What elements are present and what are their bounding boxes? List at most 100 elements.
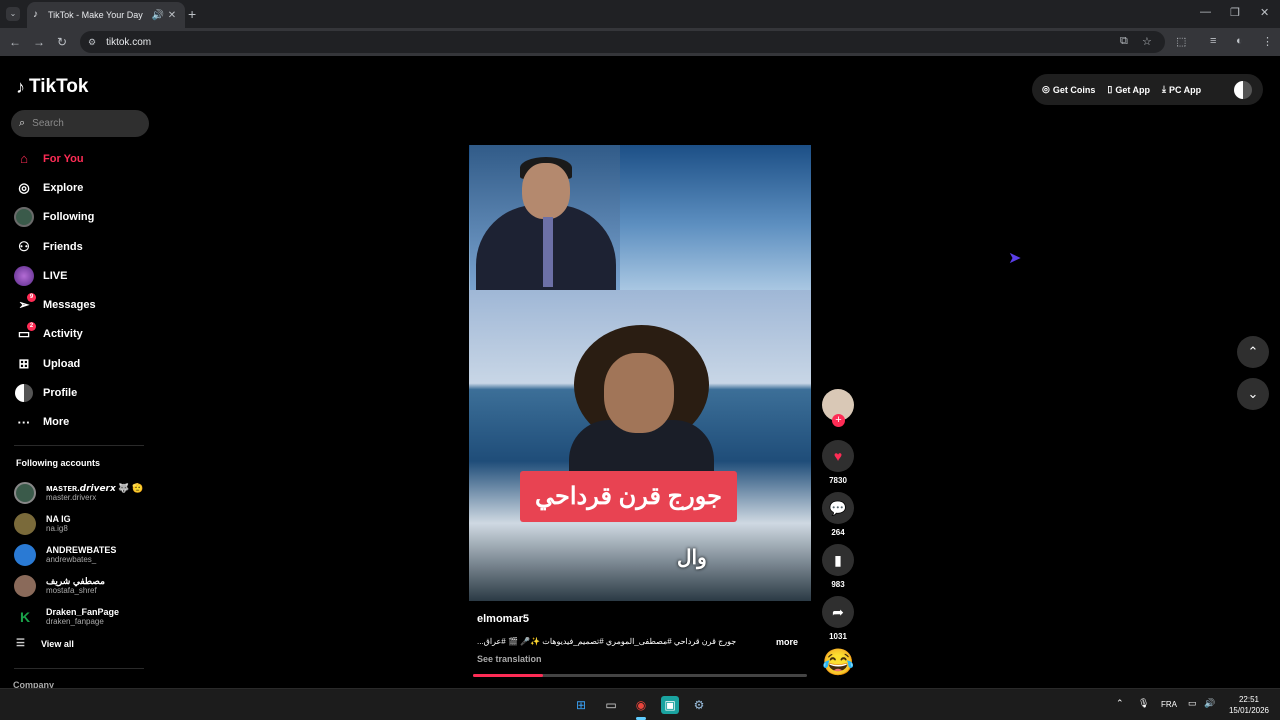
app-icon[interactable]: ▣	[661, 696, 679, 714]
following-account-item[interactable]: ANDREWBATES andrewbates_	[14, 540, 154, 571]
like-button[interactable]: ♥	[822, 440, 854, 472]
steam-icon[interactable]: ⚙	[690, 696, 708, 714]
get-app-button[interactable]: ▯ Get App	[1107, 84, 1150, 95]
tray-chevron-icon[interactable]: ⌃	[1116, 698, 1124, 709]
presenter-image	[470, 145, 620, 290]
top-right-actions: ◎ Get Coins ▯ Get App ⤓ PC App	[1032, 74, 1263, 105]
sidebar-item-more[interactable]: ··· More	[14, 408, 154, 437]
share-button[interactable]: ➦	[822, 596, 854, 628]
browser-tab[interactable]: ♪ TikTok - Make Your Day 🔊 ✕	[27, 2, 185, 28]
windows-start-icon[interactable]: ⊞	[572, 696, 590, 714]
tab-close-icon[interactable]: ✕	[165, 10, 179, 21]
video-top-scene	[469, 145, 811, 290]
video-username[interactable]: elmomar5	[477, 613, 529, 625]
windows-taskbar: ⊞ ▭ ◉ ▣ ⚙ ⌃ 🎙 FRA ▭ 🔊 22:51 15/01/2026	[0, 688, 1280, 720]
share-arrow-icon: ➦	[832, 603, 844, 620]
download-icon: ⤓	[1162, 84, 1166, 94]
reading-list-icon[interactable]: ≡	[1210, 35, 1216, 47]
reload-icon[interactable]: ↻	[57, 35, 67, 49]
following-account-item[interactable]: مصطفي شريف mostafa_shref	[14, 570, 154, 601]
tab-title: TikTok - Make Your Day	[48, 10, 143, 20]
sidebar-item-explore[interactable]: ◎ Explore	[14, 173, 154, 202]
search-input[interactable]: ⌕ Search	[11, 110, 149, 137]
new-tab-button[interactable]: +	[188, 6, 196, 22]
chevron-down-icon: ⌄	[1247, 386, 1259, 401]
avatar	[14, 543, 36, 566]
company-link[interactable]: Company	[13, 680, 54, 688]
sidebar-item-messages[interactable]: ➢ 9 Messages	[14, 290, 154, 319]
cast-icon[interactable]: ⧉	[1120, 35, 1128, 48]
phone-icon: ▯	[1107, 84, 1113, 94]
video-description: جورج قرن قرداحي #مصطفى_المومري #تصميم_في…	[477, 637, 737, 646]
following-account-item[interactable]: K Draken_FanPage draken_fanpage	[14, 601, 154, 632]
sidebar-item-upload[interactable]: ⊞ Upload	[14, 349, 154, 378]
bookmark-icon: ▮	[834, 551, 842, 568]
sidebar-item-profile[interactable]: Profile	[14, 378, 154, 407]
file-explorer-icon[interactable]: ▭	[602, 696, 620, 714]
activity-badge: 2	[27, 322, 36, 332]
back-icon[interactable]: ←	[9, 35, 21, 49]
activity-icon: ▭ 2	[14, 322, 36, 344]
language-indicator[interactable]: FRA	[1161, 700, 1177, 709]
video-caption-overlay: جورج قرن قرداحي	[520, 471, 737, 522]
following-account-item[interactable]: NA IG na.ig8	[14, 509, 154, 540]
video-progress-fill	[473, 674, 544, 677]
save-count: 983	[831, 580, 845, 589]
menu-kebab-icon[interactable]: ⋮	[1262, 35, 1273, 48]
pc-app-button[interactable]: ⤓ PC App	[1162, 84, 1201, 95]
tiktok-favicon-icon: ♪	[33, 9, 38, 20]
follow-button[interactable]: +	[832, 414, 845, 427]
next-video-button[interactable]: ⌄	[1237, 378, 1269, 410]
close-window-icon[interactable]: ✕	[1260, 6, 1269, 19]
address-bar[interactable]: ⚙ tiktok.com	[80, 31, 1165, 53]
home-icon: ⌂	[20, 151, 28, 167]
sidebar-item-friends[interactable]: ⚇ Friends	[14, 232, 154, 261]
extensions-icon[interactable]: ⬚	[1176, 35, 1186, 48]
comment-count: 264	[831, 528, 845, 537]
url-text: tiktok.com	[106, 36, 152, 48]
site-info-icon[interactable]: ⚙	[88, 37, 96, 48]
restore-icon[interactable]: ❐	[1230, 6, 1240, 19]
view-all-link[interactable]: ☰ View all	[16, 638, 74, 649]
chrome-icon[interactable]: ◉	[632, 696, 650, 714]
bookmark-star-icon[interactable]: ☆	[1142, 35, 1152, 48]
see-translation-link[interactable]: See translation	[477, 654, 542, 664]
minimize-icon[interactable]: —	[1200, 6, 1211, 18]
previous-video-button[interactable]: ⌃	[1237, 336, 1269, 368]
speaker-icon[interactable]: 🔊	[151, 10, 165, 21]
following-accounts-heading: Following accounts	[16, 458, 101, 468]
sidebar-item-activity[interactable]: ▭ 2 Activity	[14, 320, 154, 349]
sidebar-divider	[14, 445, 144, 446]
laughing-emoji-icon[interactable]: 😂	[822, 646, 854, 678]
user-avatar[interactable]	[1234, 80, 1252, 99]
more-icon: ···	[17, 414, 31, 430]
search-placeholder: Search	[32, 118, 64, 129]
network-icon[interactable]: ▭	[1188, 698, 1197, 709]
avatar	[14, 482, 36, 505]
save-button[interactable]: ▮	[822, 544, 854, 576]
sidebar-item-following[interactable]: Following	[14, 203, 154, 232]
mouse-cursor-icon: ➤	[1008, 250, 1022, 267]
microphone-icon[interactable]: 🎙	[1138, 698, 1149, 709]
video-subtitle: وال	[677, 547, 707, 569]
comment-button[interactable]: 💬	[822, 492, 854, 524]
sidebar-item-for-you[interactable]: ⌂ For You	[14, 144, 154, 173]
tiktok-logo[interactable]: ♪ TikTok	[16, 76, 88, 98]
get-coins-button[interactable]: ◎ Get Coins	[1042, 84, 1095, 95]
volume-icon[interactable]: 🔊	[1204, 698, 1215, 709]
share-count: 1031	[829, 632, 847, 641]
chevron-up-icon: ⌃	[1247, 344, 1259, 359]
system-clock[interactable]: 22:51 15/01/2026	[1224, 694, 1274, 716]
profile-avatar-icon[interactable]: ◐	[1236, 35, 1243, 47]
profile-icon	[14, 383, 34, 403]
browser-toolbar: ← → ↻ ⚙ tiktok.com ⧉ ☆ ⬚ ≡ ◐ ⋮	[0, 28, 1280, 56]
tab-search-chevron-icon[interactable]: ⌄	[6, 7, 20, 21]
list-icon: ☰	[16, 638, 25, 649]
forward-icon[interactable]: →	[33, 35, 45, 49]
sidebar-item-live[interactable]: LIVE	[14, 261, 154, 290]
like-count: 7830	[829, 476, 847, 485]
video-player[interactable]: جورج قرن قرداحي وال	[469, 145, 811, 601]
more-button[interactable]: more	[776, 637, 798, 647]
video-progress-bar[interactable]	[473, 674, 807, 677]
following-account-item[interactable]: ᴍᴀsᴛᴇʀ.𝙙𝙧𝙞𝙫𝙚𝙧𝙭 🐺 🫡 master.driverx	[14, 478, 154, 509]
